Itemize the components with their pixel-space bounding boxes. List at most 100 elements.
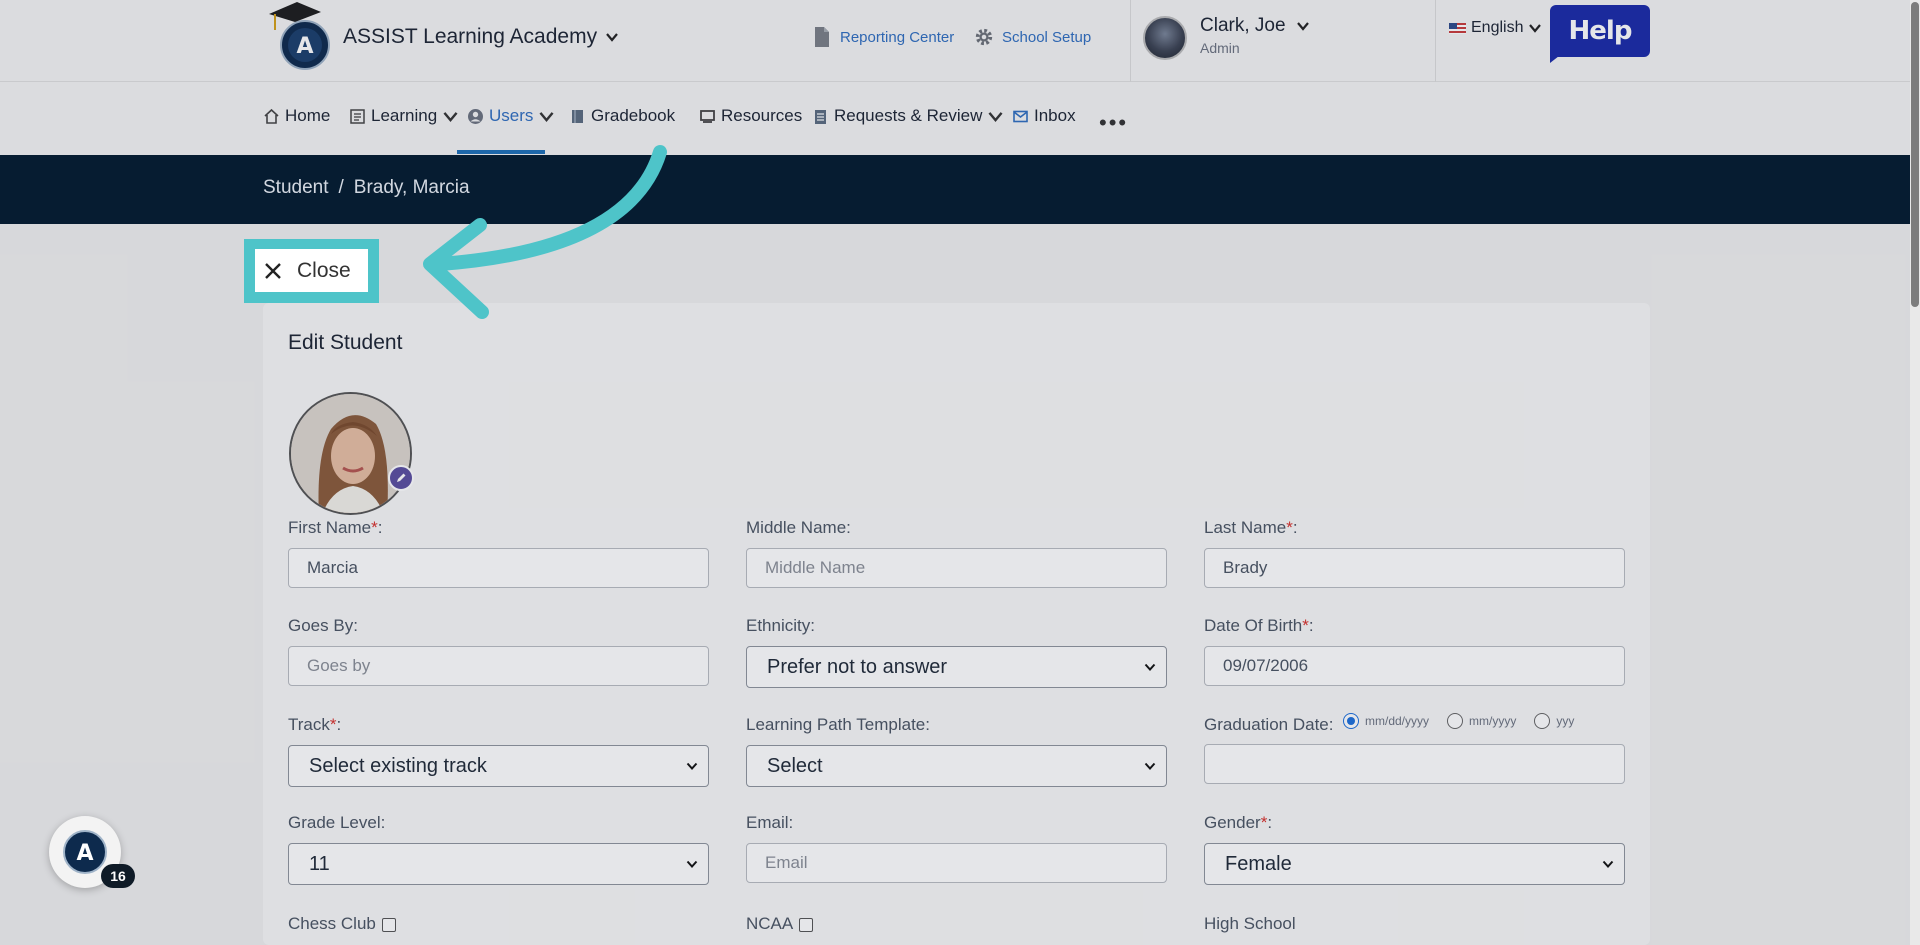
chess-club-label: Chess Club [288,914,376,933]
chevron-down-icon [443,111,458,122]
ncaa-label: NCAA [746,914,794,933]
chevron-down-icon [1144,663,1156,671]
school-setup-link[interactable]: School Setup [974,26,1091,48]
radio-label: mm/dd/yyyy [1365,714,1430,728]
learning-path-label: Learning Path Template: [746,715,930,734]
student-photo[interactable] [289,392,412,515]
email-label: Email: [746,813,794,832]
goes-by-input[interactable]: Goes by [288,646,709,686]
learning-path-select[interactable]: Select [746,745,1167,787]
first-name-label: First Name*: [288,518,383,537]
last-name-label: Last Name*: [1204,518,1298,537]
radio-mm-dd-yyyy[interactable]: mm/dd/yyyy [1343,713,1429,729]
header-divider [1435,0,1436,82]
language-selector[interactable]: English [1449,19,1542,37]
school-name: ASSIST Learning Academy [343,25,598,48]
language-label: English [1471,19,1524,36]
nav-inbox[interactable]: Inbox [1012,106,1076,126]
nav-inbox-label: Inbox [1034,106,1076,125]
nav-requests-label: Requests & Review [834,106,983,125]
chevron-down-icon [1144,762,1156,770]
chevron-down-icon [686,860,698,868]
user-circle-icon [468,108,483,124]
nav-gradebook-label: Gradebook [591,106,676,125]
breadcrumb: Student / Brady, Marcia [263,177,470,199]
middle-name-input[interactable]: Middle Name [746,548,1167,588]
ethnicity-select[interactable]: Prefer not to answer [746,646,1167,688]
middle-name-label: Middle Name: [746,518,851,537]
chess-club-checkbox[interactable] [381,917,396,932]
gender-select[interactable]: Female [1204,843,1625,885]
grade-level-label: Grade Level: [288,813,386,832]
nav-users[interactable]: Users [467,106,555,126]
graduation-date-input[interactable] [1204,744,1625,784]
first-name-input[interactable]: Marcia [288,548,709,588]
gender-label: Gender*: [1204,813,1273,832]
book-icon [572,109,583,123]
school-logo[interactable]: A [263,0,333,72]
radio-yyy[interactable]: yyy [1534,713,1574,729]
help-button[interactable]: Help [1550,5,1650,63]
close-label: Close [297,258,351,282]
radio-dot [1534,713,1551,729]
nav-resources-label: Resources [721,106,803,125]
chevron-down-icon [686,762,698,770]
goes-by-label: Goes By: [288,616,358,635]
user-role: Admin [1200,40,1240,56]
learning-path-value: Select [767,754,823,777]
last-name-input[interactable]: Brady [1204,548,1625,588]
graduation-date-label: Graduation Date: [1204,715,1334,734]
edit-photo-button[interactable] [388,465,414,491]
monitor-icon [700,109,715,123]
academy-logo-icon: A [63,830,107,874]
help-label: Help [1550,5,1650,57]
gender-value: Female [1225,852,1292,875]
us-flag-icon [1449,22,1466,34]
nav-requests-review[interactable]: Requests & Review [812,106,1004,126]
reporting-center-link[interactable]: Reporting Center [812,26,954,48]
notification-count-badge: 16 [101,864,135,888]
more-menu-icon[interactable]: ••• [1099,110,1128,136]
nav-resources[interactable]: Resources [699,106,802,126]
email-input[interactable]: Email [746,843,1167,883]
user-avatar[interactable] [1143,16,1187,60]
close-button[interactable]: Close [255,249,368,292]
radio-label: mm/yyyy [1469,714,1517,728]
nav-gradebook[interactable]: Gradebook [569,106,675,126]
nav-users-label: Users [489,106,534,125]
track-select[interactable]: Select existing track [288,745,709,787]
scrollbar-thumb[interactable] [1911,2,1919,307]
breadcrumb-current: Brady, Marcia [353,177,470,198]
school-switcher[interactable]: ASSIST Learning Academy [343,25,619,49]
header-divider [1130,0,1131,82]
breadcrumb-separator: / [338,177,344,198]
chevron-down-icon [1529,24,1542,33]
chevron-down-icon [539,111,554,122]
ethnicity-label: Ethnicity: [746,616,815,635]
top-header: A ASSIST Learning Academy Reporting Cent… [0,0,1920,82]
pencil-icon [397,473,406,482]
breadcrumb-bar: Student / Brady, Marcia [0,155,1920,224]
track-value: Select existing track [309,754,487,777]
ncaa-checkbox[interactable] [799,917,814,932]
main-nav: Home Learning Users Gradebook Resources … [0,82,1920,155]
breadcrumb-parent[interactable]: Student [263,177,329,199]
nav-learning[interactable]: Learning [349,106,459,126]
grade-level-select[interactable]: 11 [288,843,709,885]
radio-mm-yyyy[interactable]: mm/yyyy [1447,713,1516,729]
dob-input[interactable]: 09/07/2006 [1204,646,1625,686]
mail-icon [1013,110,1028,122]
chevron-down-icon [1296,22,1309,31]
chess-club-field: Chess Club [288,914,396,934]
radio-label: yyy [1556,714,1575,728]
svg-text:A: A [76,841,93,866]
high-school-label: High School [1204,914,1296,933]
user-menu[interactable]: Clark, Joe [1200,15,1310,37]
ncaa-field: NCAA [746,914,814,934]
grade-level-value: 11 [309,852,330,875]
track-label: Track*: [288,715,342,734]
nav-home[interactable]: Home [263,106,330,126]
student-portrait [291,394,410,513]
chevron-down-icon [1602,860,1614,868]
close-icon [265,262,281,279]
